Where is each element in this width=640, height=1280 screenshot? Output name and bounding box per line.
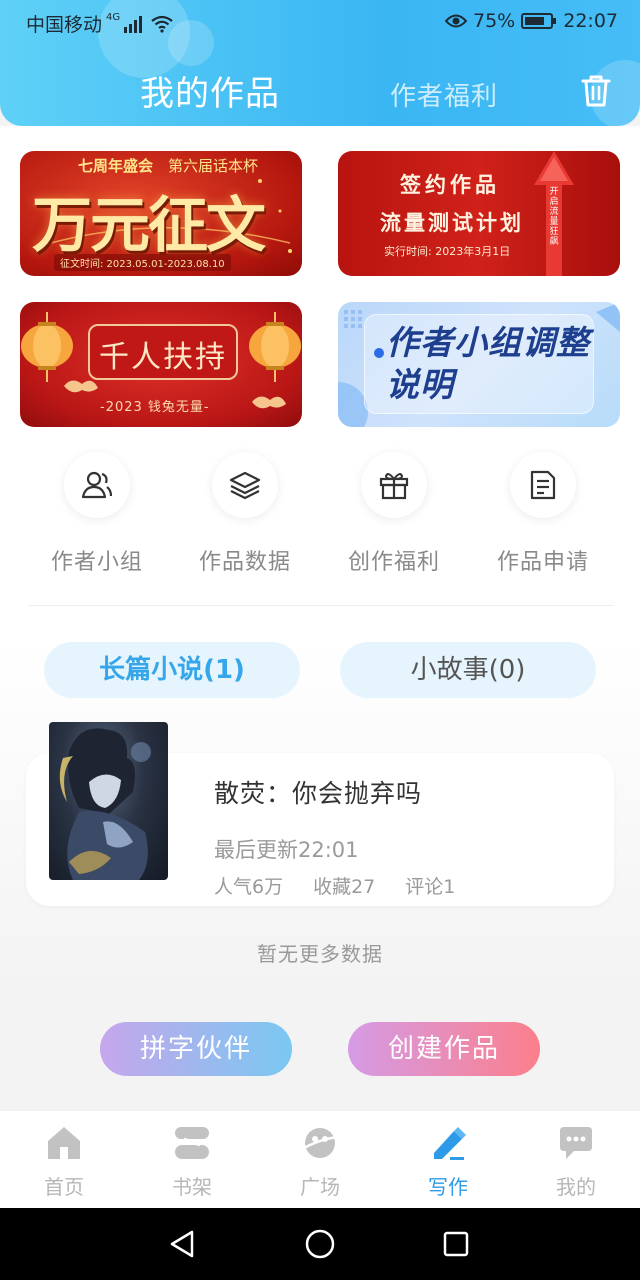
banner-line1: 签约作品 (400, 172, 500, 197)
quick-label: 创作福利 (347, 550, 440, 575)
quick-creation-benefits[interactable]: 创作福利 (319, 452, 469, 576)
banner-line3: 实行时间: 2023年3月1日 (384, 245, 511, 258)
wifi-icon (151, 15, 173, 33)
nav-square[interactable]: 广场 (256, 1125, 384, 1200)
banner-group-notice[interactable]: 作者小组调整说明 (338, 302, 620, 427)
writing-partner-button[interactable]: 拼字伙伴 (100, 1022, 292, 1076)
banner-title: 作者小组调整说明 (386, 323, 590, 404)
clock: 22:07 (563, 10, 618, 32)
carrier-label: 中国移动 (26, 14, 103, 36)
nav-home[interactable]: 首页 (0, 1125, 128, 1200)
quick-work-application[interactable]: 作品申请 (468, 452, 618, 576)
nav-label: 写作 (428, 1175, 468, 1199)
stat-favorites: 收藏27 (313, 876, 376, 898)
nav-label: 我的 (556, 1175, 596, 1199)
work-title[interactable]: 散荧：你会抛弃吗 (214, 774, 422, 810)
tab-long-novel[interactable]: 长篇小说(1) (44, 642, 300, 698)
bullet-dot (374, 348, 384, 358)
banner-date: 征文时间: 2023.05.01-2023.08.10 (54, 254, 231, 271)
recents-icon[interactable] (442, 1230, 470, 1258)
banner-vertical-text: 开启流量狂飙 (549, 187, 559, 247)
quick-label: 作者小组 (50, 550, 143, 575)
banner-essay-contest[interactable]: 七周年盛会 第六届话本杯 万元征文 征文时间: 2023.05.01-2023.… (20, 151, 302, 276)
layers-icon (229, 471, 261, 500)
home-icon (48, 1127, 80, 1159)
status-left: 中国移动 4G (26, 10, 174, 37)
document-icon (530, 470, 556, 500)
banner-line2: 流量测试计划 (380, 210, 524, 235)
book-cover[interactable] (49, 722, 168, 880)
status-bar: 中国移动 4G 75% 22:07 (0, 0, 640, 44)
tab-author-benefits[interactable]: 作者福利 (390, 76, 498, 113)
planet-icon (301, 1128, 339, 1158)
nav-label: 广场 (300, 1175, 340, 1199)
quick-work-data[interactable]: 作品数据 (170, 452, 320, 576)
home-circle-icon[interactable] (304, 1228, 336, 1260)
quick-icon-circle (510, 452, 576, 518)
network-tag: 4G (106, 12, 121, 23)
signal-icon (124, 15, 143, 33)
tab-short-story[interactable]: 小故事(0) (340, 642, 596, 698)
quick-author-group[interactable]: 作者小组 (22, 452, 172, 576)
nav-label: 首页 (44, 1175, 84, 1199)
nav-mine[interactable]: 我的 (512, 1125, 640, 1200)
status-right: 75% 22:07 (445, 10, 618, 32)
system-nav-bar (0, 1208, 640, 1280)
app-header: 中国移动 4G 75% 22:07 我的作品 作者福利 (0, 0, 640, 126)
cover-art (59, 728, 151, 880)
stat-comments: 评论1 (405, 876, 456, 898)
pen-icon (434, 1127, 466, 1160)
nav-bookshelf[interactable]: 书架 (128, 1125, 256, 1200)
users-icon (81, 471, 113, 499)
quick-icon-circle (212, 452, 278, 518)
bottom-nav: 首页 书架 广场 写作 我的 (0, 1110, 640, 1208)
nav-label: 书架 (172, 1175, 212, 1199)
create-work-button[interactable]: 创建作品 (348, 1022, 540, 1076)
quick-label: 作品数据 (198, 550, 291, 575)
banner-title: 万元征文 (32, 191, 266, 261)
quick-label: 作品申请 (496, 550, 589, 575)
battery-percent: 75% (473, 10, 516, 32)
quick-icon-circle (64, 452, 130, 518)
banner-traffic-test[interactable]: 签约作品 流量测试计划 实行时间: 2023年3月1日 开启流量狂飙 (338, 151, 620, 276)
banner-support[interactable]: 千人扶持 -2023 钱兔无量- (20, 302, 302, 427)
tab-my-works[interactable]: 我的作品 (140, 66, 280, 115)
eye-icon (445, 14, 467, 28)
bookshelf-icon (175, 1127, 209, 1159)
nav-writing[interactable]: 写作 (384, 1125, 512, 1200)
gift-icon (379, 473, 409, 500)
banner-cup: 第六届话本杯 (168, 157, 259, 175)
stat-popularity: 人气6万 (214, 876, 284, 898)
work-last-updated: 最后更新22:01 (214, 838, 359, 862)
no-more-data: 暂无更多数据 (257, 942, 383, 966)
divider (28, 605, 614, 606)
trash-icon[interactable] (580, 74, 612, 108)
work-stats: 人气6万 收藏27 评论1 (214, 872, 455, 899)
banner-anniversary: 七周年盛会 (78, 157, 154, 175)
chat-bubble-icon (560, 1127, 592, 1159)
quick-icon-circle (361, 452, 427, 518)
battery-icon (521, 13, 557, 29)
back-icon[interactable] (168, 1229, 198, 1259)
cloud-decor (64, 380, 286, 409)
